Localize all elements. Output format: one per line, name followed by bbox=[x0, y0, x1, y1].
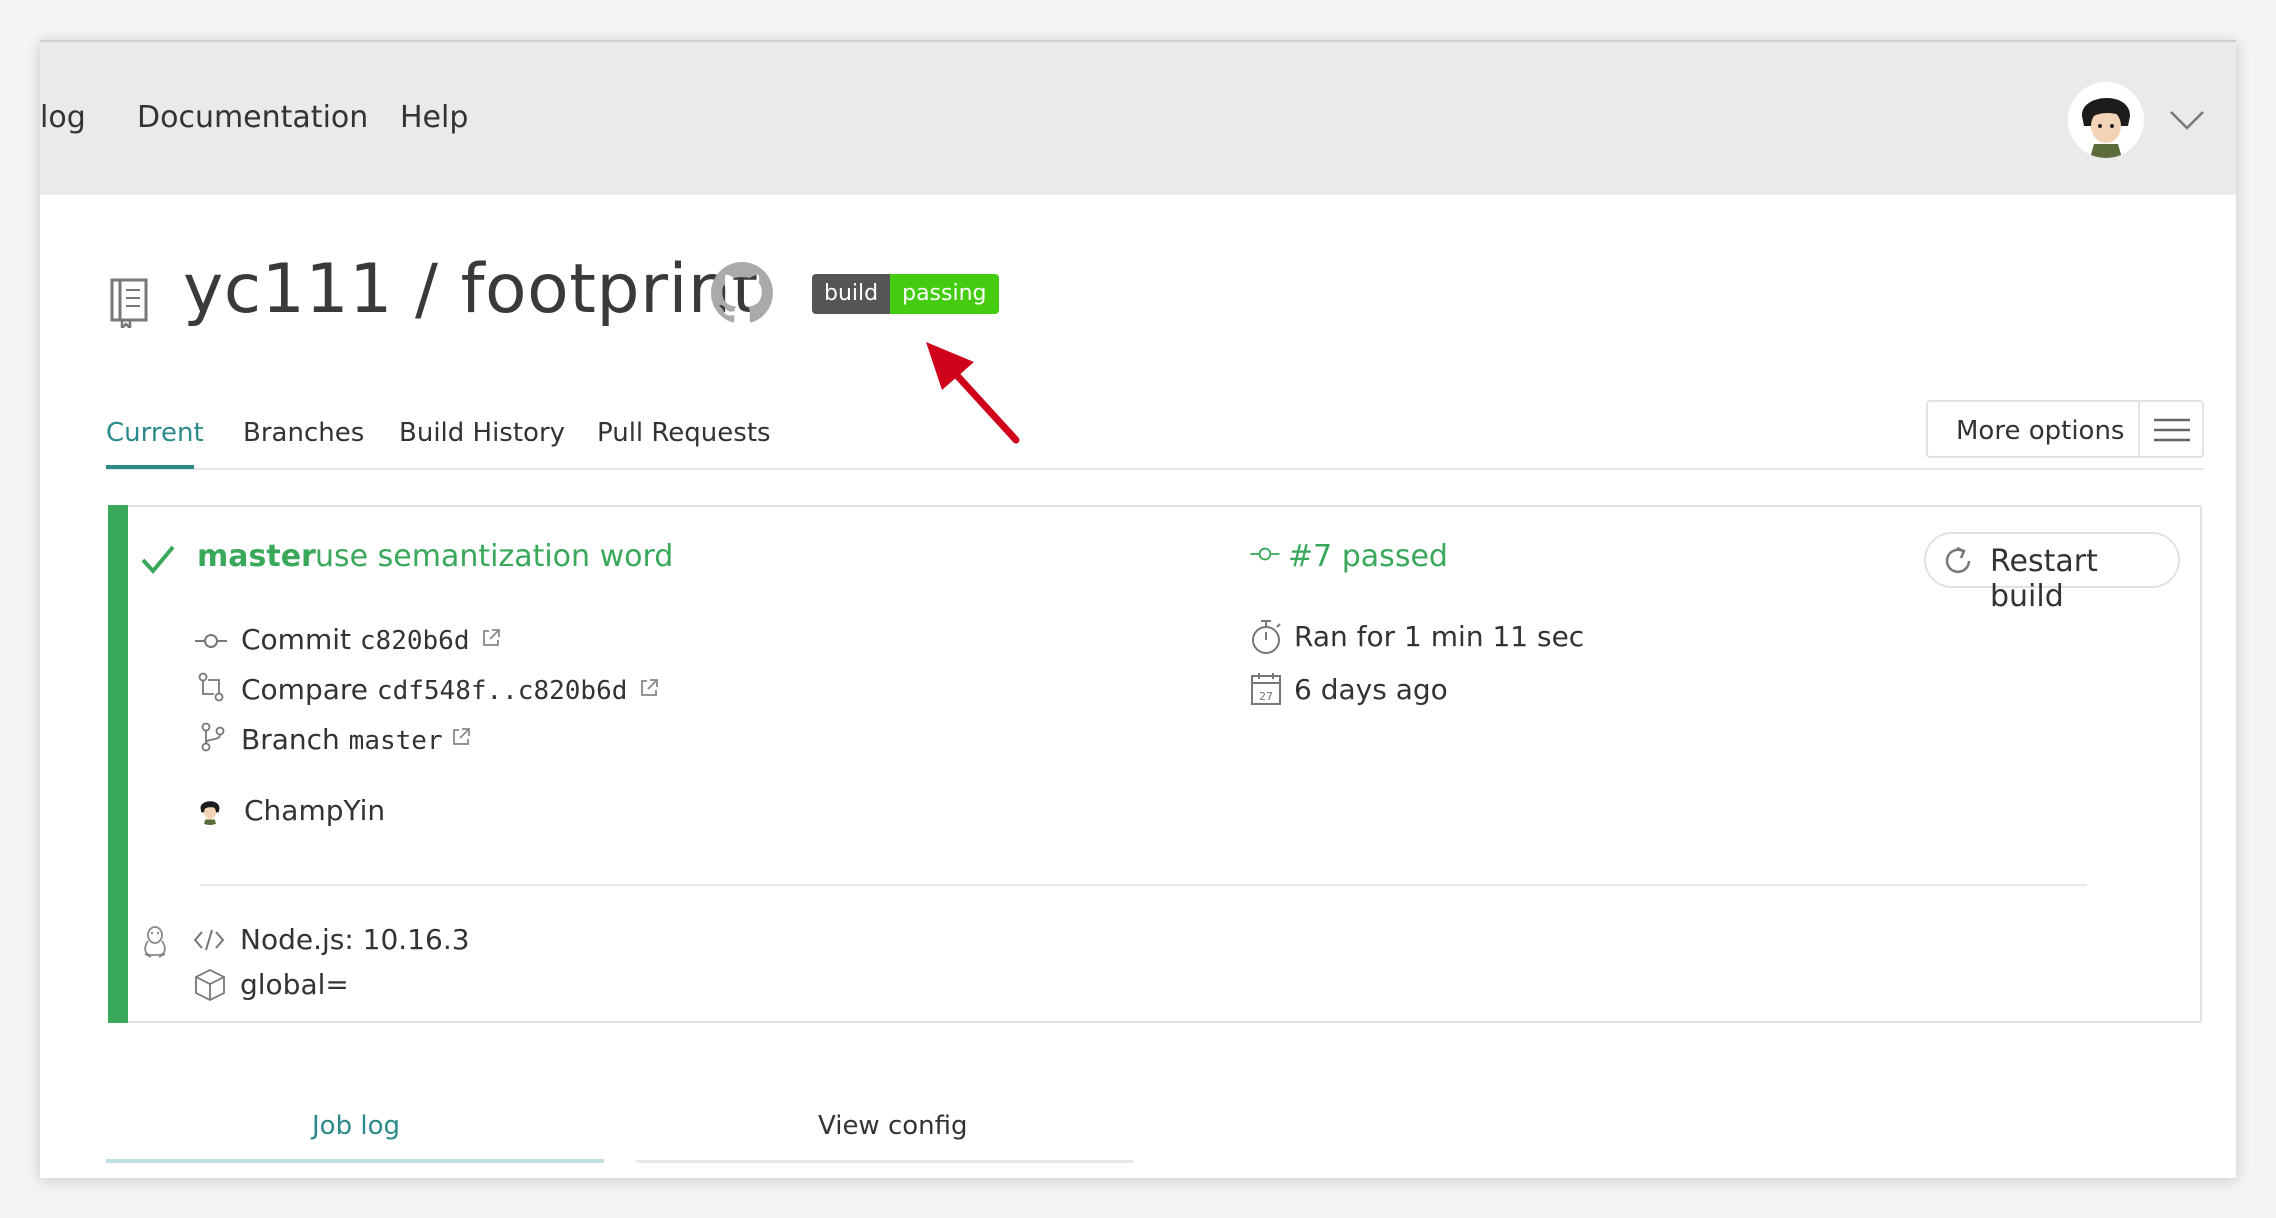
stopwatch-icon bbox=[1252, 620, 1281, 654]
external-link-icon[interactable] bbox=[638, 677, 660, 699]
language-runtime: Node.js: 10.16.3 bbox=[240, 923, 470, 956]
passed-check-icon bbox=[141, 545, 175, 575]
build-number-icon bbox=[1250, 547, 1280, 561]
nav-link-help[interactable]: Help bbox=[400, 100, 468, 135]
commit-hash: c820b6d bbox=[359, 626, 470, 656]
build-number-status[interactable]: #7 passed bbox=[1288, 539, 1448, 574]
build-duration: Ran for 1 min 11 sec bbox=[1294, 620, 1585, 653]
tab-job-log[interactable]: Job log bbox=[312, 1111, 400, 1141]
github-icon[interactable] bbox=[711, 262, 773, 324]
tab-current[interactable]: Current bbox=[106, 418, 204, 448]
restart-build-button[interactable]: Restart build bbox=[1924, 532, 2180, 614]
external-link-icon[interactable] bbox=[450, 726, 472, 748]
compare-range: cdf548f..c820b6d bbox=[376, 676, 628, 706]
branch-link[interactable]: Branch master bbox=[241, 723, 443, 756]
repo-owner[interactable]: yc111 bbox=[183, 250, 393, 329]
linux-tux-icon bbox=[144, 926, 166, 958]
branch-icon bbox=[201, 722, 225, 752]
compare-link[interactable]: Compare cdf548f..c820b6d bbox=[241, 673, 627, 706]
avatar-image bbox=[2068, 82, 2144, 158]
calendar-day: 27 bbox=[1259, 690, 1273, 703]
badge-label: build bbox=[812, 274, 891, 314]
repo-separator: / bbox=[415, 250, 439, 329]
build-commit-message[interactable]: use semantization word bbox=[315, 539, 673, 574]
build-finished-when: 6 days ago bbox=[1294, 673, 1448, 706]
external-link-icon[interactable] bbox=[480, 627, 502, 649]
environment-variables: global= bbox=[240, 968, 349, 1001]
commit-icon bbox=[195, 634, 227, 648]
tab-current-underline bbox=[106, 465, 194, 469]
tab-view-config-underline bbox=[636, 1160, 1134, 1163]
commit-link[interactable]: Commit c820b6d bbox=[241, 623, 469, 656]
tab-branches[interactable]: Branches bbox=[243, 418, 364, 448]
package-box-icon bbox=[195, 968, 225, 1002]
branch-value: master bbox=[348, 726, 443, 756]
hamburger-menu-icon bbox=[2154, 418, 2190, 442]
restart-icon bbox=[1945, 546, 1971, 574]
calendar-icon: 27 bbox=[1251, 673, 1281, 705]
build-status-badge[interactable]: build passing bbox=[812, 274, 999, 314]
more-options-separator bbox=[2138, 402, 2140, 456]
annotation-arrow-icon bbox=[926, 342, 1020, 444]
card-divider bbox=[200, 884, 2087, 886]
repo-book-icon bbox=[110, 278, 148, 328]
compare-label: Compare bbox=[241, 673, 369, 706]
commit-label: Commit bbox=[241, 623, 351, 656]
author-avatar-image bbox=[195, 795, 225, 825]
build-branch-name[interactable]: master bbox=[197, 539, 316, 574]
repo-title: yc111 / footprint bbox=[183, 250, 759, 329]
more-options-label: More options bbox=[1956, 416, 2125, 446]
tab-view-config[interactable]: View config bbox=[818, 1111, 968, 1141]
code-icon bbox=[193, 929, 225, 951]
app-window: log Documentation Help yc111 / footprint… bbox=[40, 40, 2236, 1178]
author-avatar[interactable] bbox=[195, 795, 225, 825]
tab-pull-requests[interactable]: Pull Requests bbox=[597, 418, 771, 448]
build-status-stripe bbox=[108, 505, 128, 1023]
tabs-divider bbox=[106, 468, 2204, 470]
nav-link-changelog[interactable]: log bbox=[40, 100, 86, 135]
author-name[interactable]: ChampYin bbox=[244, 794, 385, 827]
chevron-down-icon[interactable] bbox=[2167, 104, 2207, 134]
branch-label: Branch bbox=[241, 723, 340, 756]
restart-build-label: Restart build bbox=[1990, 544, 2098, 614]
compare-icon bbox=[198, 672, 224, 702]
tab-build-history[interactable]: Build History bbox=[399, 418, 565, 448]
tab-job-log-underline bbox=[106, 1159, 604, 1163]
nav-link-documentation[interactable]: Documentation bbox=[137, 100, 368, 135]
more-options-button[interactable]: More options bbox=[1926, 400, 2204, 458]
top-navigation: log Documentation Help bbox=[40, 40, 2236, 195]
user-avatar[interactable] bbox=[2068, 82, 2144, 158]
badge-status: passing bbox=[890, 274, 999, 314]
